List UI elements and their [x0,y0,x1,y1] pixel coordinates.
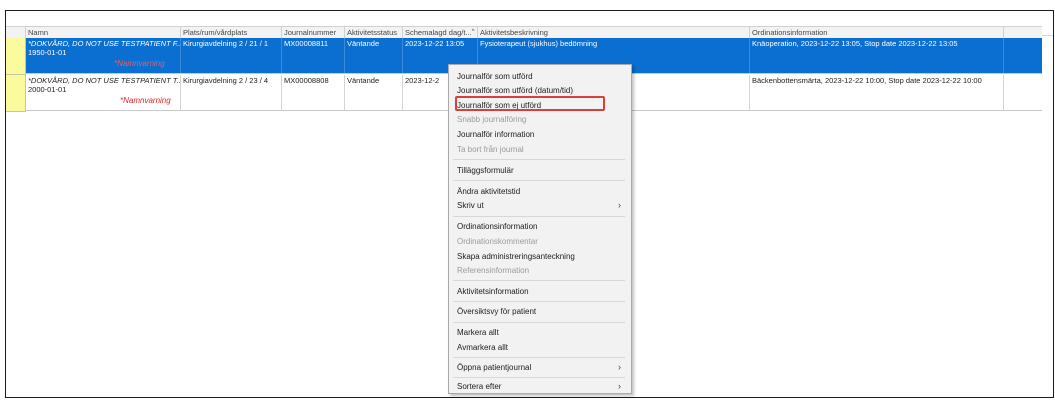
status-cell: Väntande [345,75,403,110]
header-order[interactable]: Ordinationsinformation [750,27,1004,38]
menu-item-create-admin-note[interactable]: Skapa administreringsanteckning [457,250,625,263]
menu-item-record-information[interactable]: Journalför information [457,128,625,141]
patient-name: *DOKVÅRD, DO NOT USE TESTPATIENT T... [28,76,181,85]
chevron-right-icon: › [618,200,621,210]
menu-separator [453,280,625,281]
menu-item-record-done[interactable]: Journalför som utförd [457,70,625,83]
menu-item-sort-by-label: Sortera efter [457,382,502,391]
header-location[interactable]: Plats/rum/vårdplats [181,27,282,38]
header-status[interactable]: Aktivitetsstatus [345,27,403,38]
menu-item-open-patient-journal-label: Öppna patientjournal [457,363,532,372]
location-cell: Kirurgiavdelning 2 / 21 / 1 [181,38,282,73]
menu-separator [453,180,625,181]
menu-item-print[interactable]: Skriv ut › [457,199,625,212]
journal-cell: MX00008808 [282,75,345,110]
header-scheduled[interactable]: Schemalagd dag/t...^ [403,27,478,38]
menu-item-quick-record: Snabb journalföring [457,115,527,124]
patient-birthdate: 2000-01-01 [28,85,67,94]
order-cell: Bäckenbottensmärta, 2023-12-22 10:00, St… [750,75,1004,110]
chevron-right-icon: › [618,381,621,391]
row-marker [6,75,26,112]
name-warning: *Namnvarning [120,96,171,105]
patient-name: *DOKVÅRD, DO NOT USE TESTPATIENT F... [28,39,181,48]
menu-item-deselect-all[interactable]: Avmarkera allt [457,341,625,354]
row-marker [6,38,26,75]
header-journal[interactable]: Journalnummer [282,27,345,38]
menu-separator [453,322,625,323]
header-name[interactable]: Namn [26,27,181,38]
location-cell: Kirurgiavdelning 2 / 23 / 4 [181,75,282,110]
menu-item-patient-overview[interactable]: Översiktsvy för patient [457,305,625,318]
chevron-right-icon: › [618,362,621,372]
sort-ascending-icon: ^ [471,29,475,35]
menu-item-activity-information[interactable]: Aktivitetsinformation [457,285,625,298]
menu-item-print-label: Skriv ut [457,201,484,210]
menu-item-reference-information: Referensinformation [457,266,530,275]
name-warning: *Namnvarning [114,59,165,68]
highlight-box [455,96,605,111]
journal-cell: MX00008811 [282,38,345,73]
menu-separator [453,216,625,217]
menu-item-remove-from-journal: Ta bort från journal [457,145,524,154]
status-cell: Väntande [345,38,403,73]
header-marker-col [6,27,26,38]
menu-item-open-patient-journal[interactable]: Öppna patientjournal › [457,361,625,374]
menu-item-additional-form[interactable]: Tilläggsformulär [457,164,625,177]
order-cell: Knäoperation, 2023-12-22 13:05, Stop dat… [750,38,1004,73]
menu-item-change-activity-time[interactable]: Ändra aktivitetstid [457,185,625,198]
menu-separator [453,159,625,160]
menu-separator [453,377,625,378]
menu-item-order-information[interactable]: Ordinationsinformation [457,220,625,233]
menu-separator [453,301,625,302]
menu-item-order-comment: Ordinationskommentar [457,237,538,246]
menu-item-sort-by[interactable]: Sortera efter › [457,380,625,393]
menu-item-select-all[interactable]: Markera allt [457,326,625,339]
patient-birthdate: 1950-01-01 [28,48,67,57]
menu-separator [453,357,625,358]
header-description[interactable]: Aktivitetsbeskrivning [478,27,750,38]
context-menu: Journalför som utförd Journalför som utf… [448,64,632,394]
header-scheduled-label: Schemalagd dag/t... [405,28,472,37]
